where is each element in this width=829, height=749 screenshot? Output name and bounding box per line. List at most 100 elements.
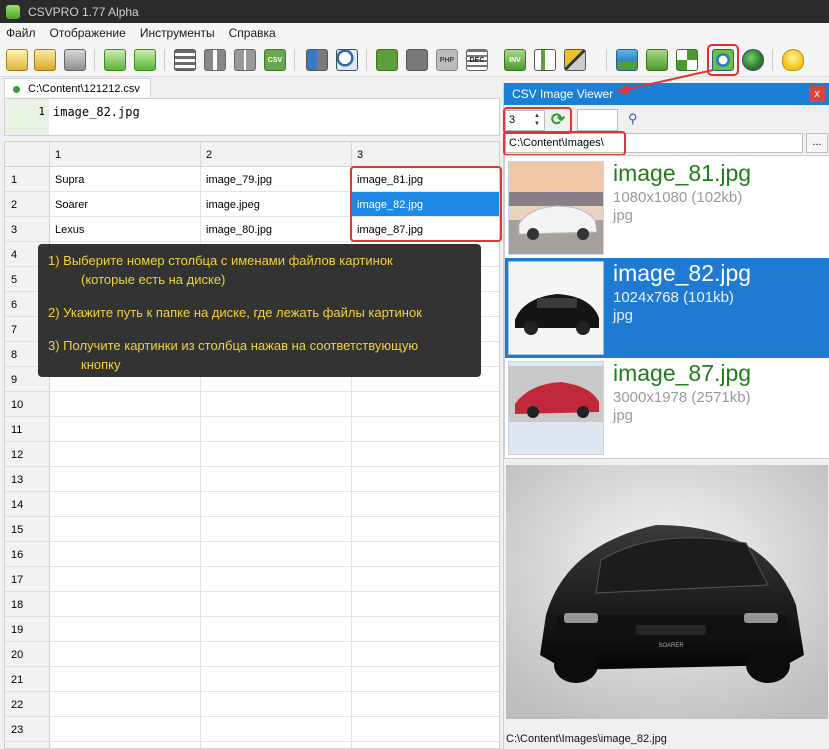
grid-cell[interactable]: Soarer: [50, 192, 201, 217]
row-number[interactable]: 15: [5, 517, 50, 542]
grid-cell[interactable]: [352, 567, 499, 592]
grid-cell[interactable]: [352, 517, 499, 542]
grid-cell[interactable]: [352, 642, 499, 667]
grid-cell[interactable]: [50, 467, 201, 492]
grid-cell[interactable]: image.jpeg: [201, 192, 352, 217]
image-list-item-selected[interactable]: image_82.jpg 1024x768 (101kb) jpg: [505, 258, 829, 358]
grid-cell[interactable]: image_87.jpg: [352, 217, 499, 242]
grid-cell[interactable]: [201, 417, 352, 442]
grid-cell[interactable]: [201, 542, 352, 567]
grid-cell[interactable]: [50, 642, 201, 667]
image-list[interactable]: image_81.jpg 1080x1080 (102kb) jpg image…: [504, 155, 829, 459]
grid-cell[interactable]: [50, 417, 201, 442]
grid-cell[interactable]: [352, 542, 499, 567]
cell-editor[interactable]: 1 image_82.jpg: [4, 98, 500, 136]
grid-cell[interactable]: [352, 467, 499, 492]
split-button[interactable]: [202, 47, 228, 73]
grid-cell[interactable]: [201, 492, 352, 517]
grid-cell[interactable]: [352, 692, 499, 717]
row-number[interactable]: 3: [5, 217, 50, 242]
grid-cell[interactable]: Supra: [50, 167, 201, 192]
grid-cell[interactable]: [50, 392, 201, 417]
row-number[interactable]: 21: [5, 667, 50, 692]
row-number[interactable]: 16: [5, 542, 50, 567]
grid-cell[interactable]: [50, 567, 201, 592]
grid-cell[interactable]: [50, 442, 201, 467]
grid-cell[interactable]: image_81.jpg: [352, 167, 499, 192]
tab-csv-file[interactable]: C:\Content\121212.csv: [4, 78, 151, 97]
row-number[interactable]: 17: [5, 567, 50, 592]
search-replace-button[interactable]: [334, 47, 360, 73]
row-number[interactable]: 13: [5, 467, 50, 492]
globe-button[interactable]: [740, 47, 766, 73]
php-button[interactable]: PHP: [434, 47, 460, 73]
grid-cell[interactable]: [201, 567, 352, 592]
grid-cell[interactable]: image_80.jpg: [201, 217, 352, 242]
column-number-spinner[interactable]: 3 ▲ ▼: [505, 110, 545, 131]
split2-button[interactable]: CSV: [262, 47, 288, 73]
row-number[interactable]: 19: [5, 617, 50, 642]
viewer-close-button[interactable]: x: [809, 86, 825, 102]
row-number[interactable]: 1: [5, 167, 50, 192]
tree-button[interactable]: [532, 47, 558, 73]
id-button[interactable]: [404, 47, 430, 73]
grid-cell[interactable]: [352, 617, 499, 642]
csv-folder-button[interactable]: [62, 47, 88, 73]
grid-cell[interactable]: [50, 542, 201, 567]
image-list-item[interactable]: image_87.jpg 3000x1978 (2571kb) jpg: [505, 358, 829, 458]
inv-button[interactable]: INV: [502, 47, 528, 73]
save-as-button[interactable]: [132, 47, 158, 73]
grid-cell[interactable]: [201, 667, 352, 692]
grid-cell[interactable]: [50, 617, 201, 642]
browse-button[interactable]: ...: [806, 133, 828, 153]
merge-button[interactable]: [232, 47, 258, 73]
data-grid[interactable]: 1 2 3 1 Supra image_79.jpg image_81.jpg 2 Soa…: [4, 141, 500, 749]
tools-button[interactable]: [562, 47, 588, 73]
row-number[interactable]: 22: [5, 692, 50, 717]
filter-input[interactable]: [577, 109, 618, 131]
row-number[interactable]: 18: [5, 592, 50, 617]
column-header[interactable]: 2: [201, 142, 352, 167]
refresh-icon[interactable]: ⟳: [548, 110, 568, 130]
spinner-arrows-icon[interactable]: ▲ ▼: [532, 112, 542, 129]
row-number[interactable]: 23: [5, 717, 50, 742]
menu-view[interactable]: Отображение: [50, 26, 126, 40]
menu-file[interactable]: Файл: [6, 26, 36, 40]
grid-cell[interactable]: [201, 642, 352, 667]
binoculars-icon[interactable]: ⚲: [628, 111, 646, 129]
grid-cell[interactable]: [352, 417, 499, 442]
images-path-input[interactable]: C:\Content\Images\: [505, 133, 803, 153]
cell-editor-text[interactable]: image_82.jpg: [53, 105, 140, 119]
ab-button[interactable]: [304, 47, 330, 73]
grid-cell[interactable]: [201, 717, 352, 742]
grid-cell[interactable]: [50, 517, 201, 542]
grid-cell[interactable]: Lexus: [50, 217, 201, 242]
grid-cell[interactable]: [50, 692, 201, 717]
grid-cell[interactable]: [50, 667, 201, 692]
grid-cell[interactable]: [201, 742, 352, 748]
grid-cell[interactable]: image_79.jpg: [201, 167, 352, 192]
grid-cell[interactable]: [201, 392, 352, 417]
tip-button[interactable]: [780, 47, 806, 73]
row-number[interactable]: 14: [5, 492, 50, 517]
column-header[interactable]: 3: [352, 142, 499, 167]
grid-cell[interactable]: [352, 592, 499, 617]
menu-tools[interactable]: Инструменты: [140, 26, 215, 40]
open-folder-button[interactable]: [32, 47, 58, 73]
grid-cell[interactable]: [352, 442, 499, 467]
grid-cell[interactable]: [201, 517, 352, 542]
menu-help[interactable]: Справка: [229, 26, 276, 40]
grid-cell[interactable]: [201, 467, 352, 492]
grid-cell[interactable]: [352, 742, 499, 748]
grid-cell[interactable]: [50, 742, 201, 748]
grid-cell[interactable]: [352, 667, 499, 692]
grid-cell[interactable]: [50, 492, 201, 517]
dec-button[interactable]: DEC: [464, 47, 490, 73]
new-file-button[interactable]: [4, 47, 30, 73]
grid-cell[interactable]: [201, 592, 352, 617]
row-number[interactable]: 11: [5, 417, 50, 442]
row-number[interactable]: 24: [5, 742, 50, 748]
row-number[interactable]: 2: [5, 192, 50, 217]
column-header[interactable]: 1: [50, 142, 201, 167]
image-list-item[interactable]: image_81.jpg 1080x1080 (102kb) jpg: [505, 158, 829, 258]
